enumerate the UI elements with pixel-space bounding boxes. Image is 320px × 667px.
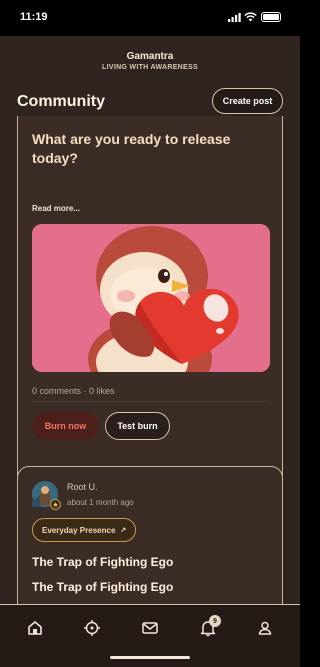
category-tag[interactable]: Everyday Presence ↗ [32, 518, 137, 542]
tab-messages[interactable] [141, 619, 159, 637]
post-title[interactable]: The Trap of Fighting Ego [32, 555, 173, 569]
post-timestamp: about 1 month ago [67, 498, 134, 507]
crosshair-icon [84, 620, 100, 636]
post-image [32, 224, 270, 372]
home-indicator[interactable] [110, 656, 190, 659]
post-card[interactable]: What are you ready to release today? Rea… [17, 116, 283, 489]
post-divider [32, 401, 270, 402]
post-author[interactable]: Root U. [67, 482, 98, 492]
brand-tagline: LIVING WITH AWARENESS [102, 64, 198, 71]
tab-profile[interactable] [256, 619, 274, 637]
notification-count-badge: 9 [209, 615, 221, 627]
test-burn-button[interactable]: Test burn [105, 412, 170, 440]
battery-icon [261, 12, 281, 22]
wifi-icon [244, 12, 257, 22]
community-feed[interactable]: What are you ready to release today? Rea… [0, 116, 300, 604]
status-time: 11:19 [20, 11, 48, 23]
app-header: Gamantra LIVING WITH AWARENESS Community… [0, 36, 300, 116]
post-question: What are you ready to release today? [32, 131, 231, 166]
post-title-duplicate: The Trap of Fighting Ego [32, 580, 174, 594]
arrow-up-right-icon: ↗ [120, 527, 127, 534]
profile-icon [258, 621, 272, 635]
heart-hugging-bird-illustration [32, 224, 270, 372]
tab-home[interactable] [26, 619, 44, 637]
page-title: Community [17, 93, 105, 110]
cellular-signal-icon [228, 13, 241, 22]
status-bar: 11:19 [0, 0, 300, 36]
avatar[interactable]: ★ [32, 481, 61, 510]
home-icon [28, 621, 42, 635]
brand-name: Gamantra [126, 51, 174, 62]
mail-icon [142, 622, 158, 634]
create-post-button[interactable]: Create post [212, 88, 283, 114]
read-more-link[interactable]: Read more... [32, 204, 80, 213]
tab-focus[interactable] [83, 619, 101, 637]
burn-now-button[interactable]: Burn now [32, 412, 99, 440]
app-screen: 11:19 Gamantra LIVING WITH AWARENESS Com… [0, 0, 300, 667]
post-card[interactable]: ★ Root U. about 1 month ago Everyday Pre… [17, 466, 283, 604]
category-tag-label: Everyday Presence [42, 525, 116, 535]
star-icon: ★ [50, 499, 61, 510]
post-stats: 0 comments · 0 likes [32, 386, 115, 396]
